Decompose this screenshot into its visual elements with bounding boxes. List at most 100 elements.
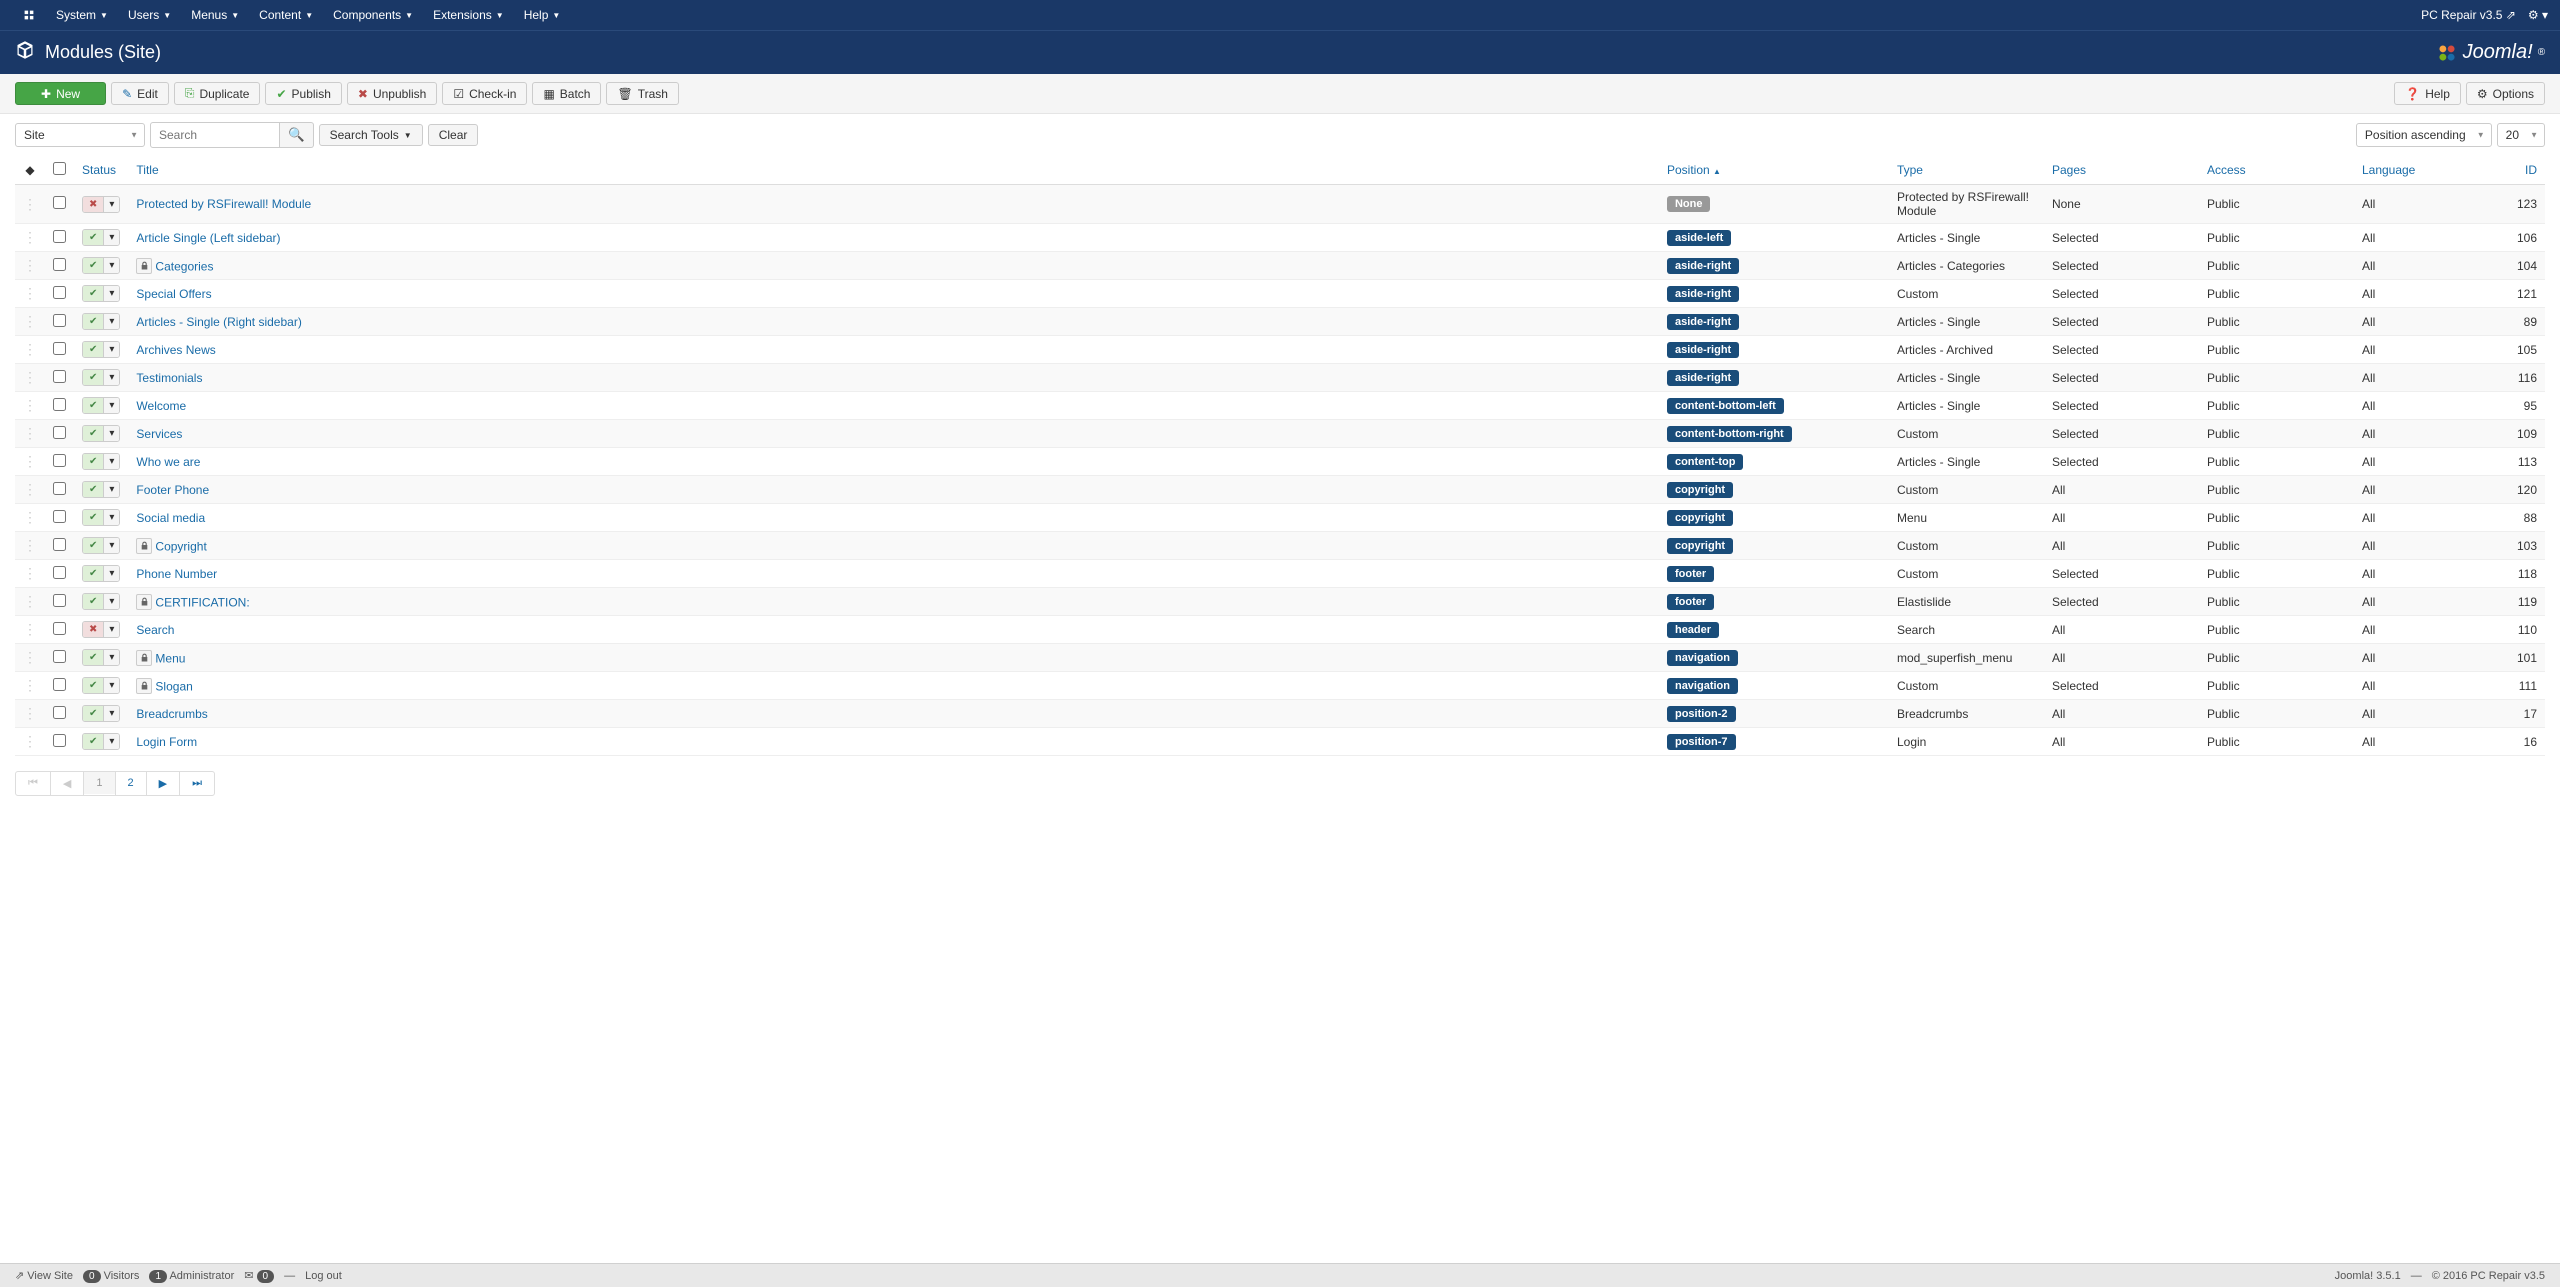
page-first[interactable]: ⏮ [16, 772, 50, 795]
row-checkbox[interactable] [53, 650, 66, 663]
status-toggle[interactable]: ✔ ▾ [82, 285, 120, 302]
module-title-link[interactable]: Footer Phone [136, 483, 209, 497]
status-toggle[interactable]: ✔ ▾ [82, 397, 120, 414]
module-title-link[interactable]: Archives News [136, 343, 215, 357]
new-button[interactable]: ✚New [15, 82, 106, 105]
drag-handle-icon[interactable]: ⋮ [23, 397, 37, 413]
view-site-link[interactable]: ⇗ View Site [15, 1269, 73, 1282]
search-tools-button[interactable]: Search Tools ▼ [319, 124, 423, 146]
module-title-link[interactable]: Social media [136, 511, 205, 525]
lock-icon[interactable] [136, 594, 152, 610]
drag-handle-icon[interactable]: ⋮ [23, 285, 37, 301]
drag-handle-icon[interactable]: ⋮ [23, 425, 37, 441]
nav-system[interactable]: System▼ [46, 8, 118, 22]
row-checkbox[interactable] [53, 734, 66, 747]
status-toggle[interactable]: ✖ ▾ [82, 621, 120, 638]
logout-link[interactable]: Log out [305, 1270, 342, 1282]
status-toggle[interactable]: ✔ ▾ [82, 649, 120, 666]
status-toggle[interactable]: ✔ ▾ [82, 229, 120, 246]
page-prev[interactable]: ◀ [51, 772, 83, 795]
sort-select[interactable]: Position ascending [2356, 123, 2492, 147]
drag-handle-icon[interactable]: ⋮ [23, 621, 37, 637]
lock-icon[interactable] [136, 258, 152, 274]
drag-handle-icon[interactable]: ⋮ [23, 705, 37, 721]
module-title-link[interactable]: Categories [155, 259, 213, 273]
module-title-link[interactable]: Testimonials [136, 371, 202, 385]
drag-handle-icon[interactable]: ⋮ [23, 537, 37, 553]
status-toggle[interactable]: ✔ ▾ [82, 453, 120, 470]
nav-menus[interactable]: Menus▼ [181, 8, 249, 22]
row-checkbox[interactable] [53, 594, 66, 607]
row-checkbox[interactable] [53, 196, 66, 209]
page-2[interactable]: 2 [116, 772, 146, 794]
status-toggle[interactable]: ✔ ▾ [82, 705, 120, 722]
joomla-home-icon[interactable] [12, 8, 46, 22]
row-checkbox[interactable] [53, 342, 66, 355]
status-toggle[interactable]: ✔ ▾ [82, 537, 120, 554]
drag-handle-icon[interactable]: ⋮ [23, 229, 37, 245]
lock-icon[interactable] [136, 650, 152, 666]
check-all[interactable] [53, 162, 66, 175]
status-toggle[interactable]: ✔ ▾ [82, 733, 120, 750]
row-checkbox[interactable] [53, 706, 66, 719]
lock-icon[interactable] [136, 678, 152, 694]
nav-help[interactable]: Help▼ [514, 8, 571, 22]
row-checkbox[interactable] [53, 538, 66, 551]
module-title-link[interactable]: Copyright [155, 539, 206, 553]
row-checkbox[interactable] [53, 230, 66, 243]
col-type[interactable]: Type [1889, 156, 2044, 185]
drag-handle-icon[interactable]: ⋮ [23, 649, 37, 665]
nav-content[interactable]: Content▼ [249, 8, 323, 22]
drag-handle-icon[interactable]: ⋮ [23, 341, 37, 357]
module-title-link[interactable]: Protected by RSFirewall! Module [136, 197, 311, 211]
col-pages[interactable]: Pages [2044, 156, 2199, 185]
page-last[interactable]: ⏭ [180, 772, 214, 795]
nav-users[interactable]: Users▼ [118, 8, 181, 22]
status-toggle[interactable]: ✔ ▾ [82, 341, 120, 358]
module-title-link[interactable]: Breadcrumbs [136, 707, 207, 721]
col-title[interactable]: Title [128, 156, 1659, 185]
row-checkbox[interactable] [53, 454, 66, 467]
row-checkbox[interactable] [53, 258, 66, 271]
search-button[interactable]: 🔍 [280, 122, 314, 148]
status-toggle[interactable]: ✔ ▾ [82, 313, 120, 330]
settings-icon[interactable]: ⚙ ▾ [2528, 8, 2548, 22]
status-toggle[interactable]: ✔ ▾ [82, 593, 120, 610]
row-checkbox[interactable] [53, 286, 66, 299]
module-title-link[interactable]: Login Form [136, 735, 197, 749]
row-checkbox[interactable] [53, 566, 66, 579]
page-1[interactable]: 1 [84, 772, 114, 794]
status-toggle[interactable]: ✔ ▾ [82, 257, 120, 274]
status-toggle[interactable]: ✔ ▾ [82, 509, 120, 526]
status-toggle[interactable]: ✔ ▾ [82, 481, 120, 498]
col-status[interactable]: Status [74, 156, 128, 185]
drag-handle-icon[interactable]: ⋮ [23, 481, 37, 497]
batch-button[interactable]: ▦Batch [532, 82, 601, 105]
trash-button[interactable]: 🗑Trash [606, 82, 678, 105]
drag-handle-icon[interactable]: ⋮ [23, 196, 37, 212]
module-title-link[interactable]: Article Single (Left sidebar) [136, 231, 280, 245]
row-checkbox[interactable] [53, 510, 66, 523]
module-title-link[interactable]: Slogan [155, 679, 192, 693]
drag-handle-icon[interactable]: ⋮ [23, 453, 37, 469]
options-button[interactable]: ⚙Options [2466, 82, 2545, 105]
drag-handle-icon[interactable]: ⋮ [23, 257, 37, 273]
site-link[interactable]: PC Repair v3.5 ⇗ [2421, 8, 2516, 22]
edit-button[interactable]: ✎Edit [111, 82, 169, 105]
col-access[interactable]: Access [2199, 156, 2354, 185]
nav-extensions[interactable]: Extensions▼ [423, 8, 514, 22]
row-checkbox[interactable] [53, 678, 66, 691]
status-toggle[interactable]: ✔ ▾ [82, 425, 120, 442]
module-title-link[interactable]: CERTIFICATION: [155, 595, 249, 609]
row-checkbox[interactable] [53, 314, 66, 327]
drag-handle-icon[interactable]: ⋮ [23, 369, 37, 385]
clear-button[interactable]: Clear [428, 124, 479, 146]
drag-handle-icon[interactable]: ⋮ [23, 733, 37, 749]
col-order[interactable]: ◆ [15, 156, 45, 185]
drag-handle-icon[interactable]: ⋮ [23, 565, 37, 581]
module-title-link[interactable]: Welcome [136, 399, 186, 413]
module-title-link[interactable]: Who we are [136, 455, 200, 469]
col-id[interactable]: ID [2509, 156, 2545, 185]
drag-handle-icon[interactable]: ⋮ [23, 313, 37, 329]
status-toggle[interactable]: ✖ ▾ [82, 196, 120, 213]
